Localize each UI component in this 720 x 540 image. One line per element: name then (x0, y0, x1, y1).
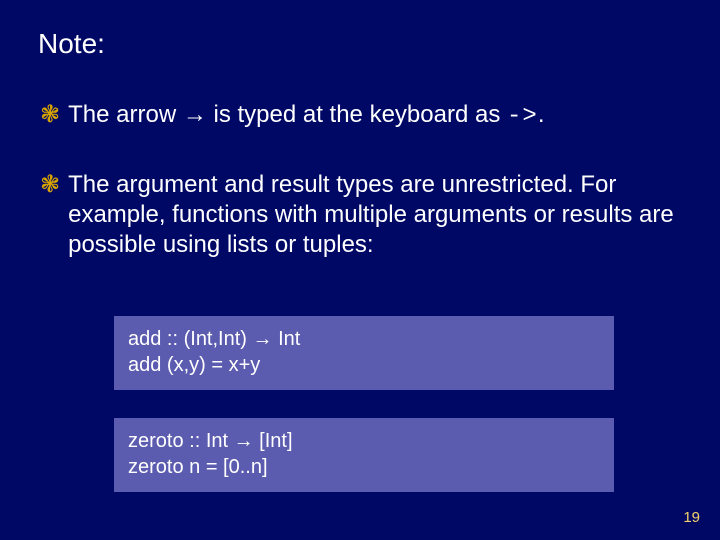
code-text: zeroto :: Int (128, 430, 234, 452)
bullet-segment: The arrow (68, 101, 183, 128)
bullet-text: The arrow → is typed at the keyboard as … (68, 100, 544, 132)
page-number: 19 (683, 509, 700, 526)
bullet-item: ❃ The arrow → is typed at the keyboard a… (40, 100, 680, 132)
bullet-segment: . (538, 101, 545, 128)
code-box: zeroto :: Int → [Int] zeroto n = [0..n] (114, 418, 614, 492)
code-text: add :: (Int,Int) (128, 328, 253, 350)
bullet-segment: The argument and result types are unrest… (68, 171, 674, 258)
code-text: [Int] (254, 430, 293, 452)
bullet-item: ❃ The argument and result types are unre… (40, 170, 680, 260)
arrow-icon: → (183, 101, 207, 128)
code-line: add :: (Int,Int) → Int (128, 326, 600, 352)
code-line: zeroto n = [0..n] (128, 454, 600, 480)
bullet-list: ❃ The arrow → is typed at the keyboard a… (40, 100, 680, 298)
arrow-icon: → (234, 430, 254, 452)
code-text: Int (273, 328, 301, 350)
code-box: add :: (Int,Int) → Int add (x,y) = x+y (114, 316, 614, 390)
bullet-glyph-icon: ❃ (40, 170, 60, 260)
code-line: add (x,y) = x+y (128, 352, 600, 378)
code-literal: -> (507, 103, 538, 130)
slide-heading: Note: (38, 28, 105, 60)
code-line: zeroto :: Int → [Int] (128, 428, 600, 454)
bullet-text: The argument and result types are unrest… (68, 170, 680, 260)
bullet-glyph-icon: ❃ (40, 100, 60, 132)
bullet-segment: is typed at the keyboard as (207, 101, 507, 128)
slide: Note: ❃ The arrow → is typed at the keyb… (0, 0, 720, 540)
arrow-icon: → (253, 328, 273, 350)
